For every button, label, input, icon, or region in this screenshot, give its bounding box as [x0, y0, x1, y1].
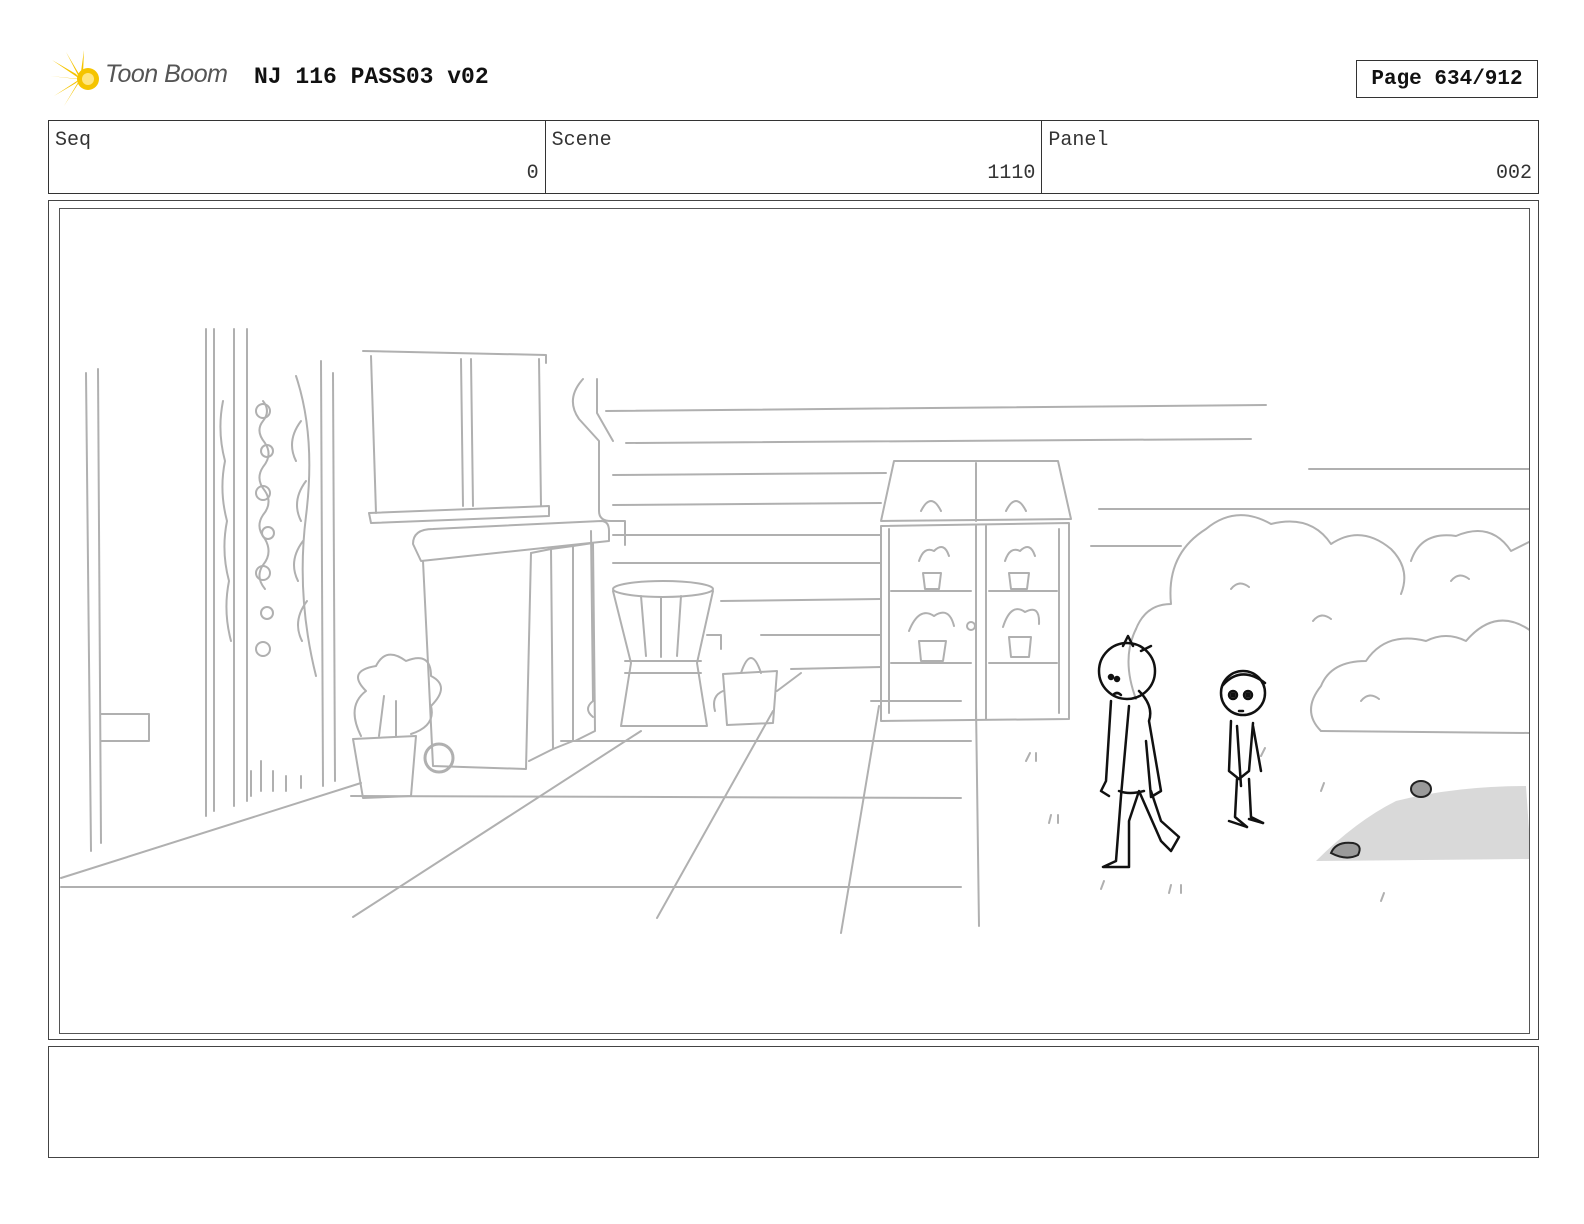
logo-text: Toon Boom [105, 60, 228, 88]
grass-sketch [1025, 747, 1385, 902]
caption-box [48, 1046, 1539, 1158]
storyboard-drawing [59, 208, 1530, 1034]
panel-value: 002 [1496, 162, 1533, 185]
backyard-sketch [60, 328, 1529, 934]
toon-boom-logo: Toon Boom [50, 50, 240, 108]
scene-cell: Scene 1110 [546, 121, 1043, 193]
house-wall-sketch [60, 328, 962, 888]
panel-cell: Panel 002 [1042, 121, 1538, 193]
panel-label: Panel [1048, 129, 1109, 152]
seq-cell: Seq 0 [49, 121, 546, 193]
document-title: NJ 116 PASS03 v02 [254, 64, 489, 90]
window-sketch [362, 350, 550, 524]
greenhouse-sketch [880, 460, 1072, 722]
younger-child-sketch [1219, 669, 1267, 829]
watering-can-sketch [713, 657, 802, 726]
scene-value: 1110 [987, 162, 1036, 185]
sun-logo-icon [50, 50, 99, 106]
page-indicator: Page 634/912 [1356, 60, 1538, 98]
seq-value: 0 [526, 162, 539, 185]
seq-label: Seq [55, 129, 92, 152]
patio-sketch [350, 700, 980, 934]
wheelie-bins-sketch [412, 520, 610, 774]
info-row: Seq 0 Scene 1110 Panel 002 [48, 120, 1539, 194]
older-boy-sketch [1097, 634, 1181, 869]
water-butt-sketch [612, 580, 722, 727]
drain-pipe-sketch [572, 378, 626, 702]
scene-label: Scene [551, 129, 612, 152]
bushes-sketch [1127, 514, 1529, 734]
